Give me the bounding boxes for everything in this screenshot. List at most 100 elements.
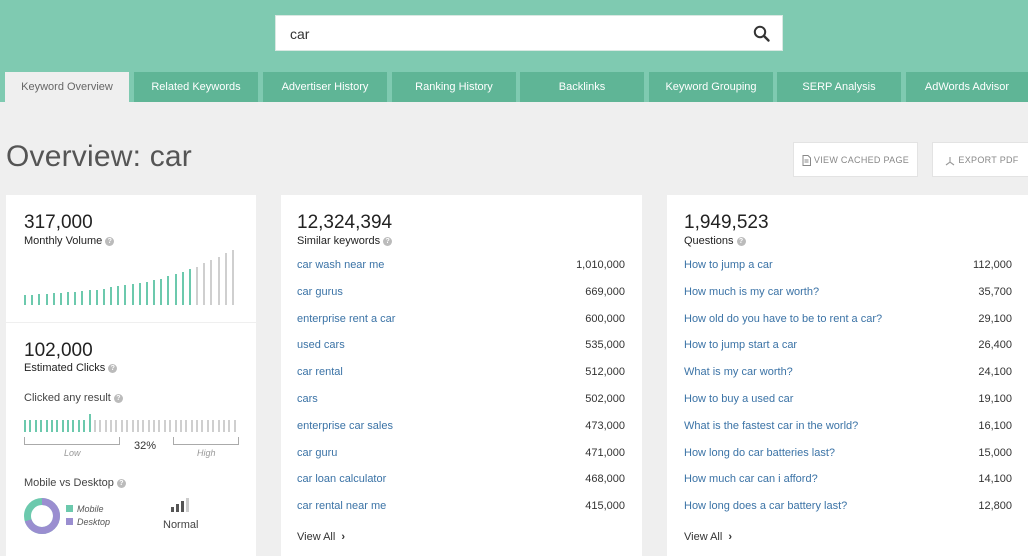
gauge-tick: [99, 420, 102, 432]
question-row-link[interactable]: How much car can i afford?: [684, 473, 818, 485]
signal-bars-icon: [171, 498, 189, 512]
similar-keywords-value: 12,324,394: [297, 212, 393, 233]
question-row: What is my car worth? 24,100: [684, 366, 1012, 384]
gauge-tick: [110, 420, 112, 432]
similar-keyword-row-link[interactable]: car gurus: [297, 286, 343, 298]
view-cached-label: VIEW CACHED PAGE: [813, 155, 910, 165]
help-icon[interactable]: ?: [736, 237, 746, 246]
gauge-tick: [196, 420, 198, 432]
similar-keyword-row-link[interactable]: enterprise car sales: [297, 420, 393, 432]
question-row: How to jump a car 112,000: [684, 259, 1012, 277]
question-row: How much is my car worth? 35,700: [684, 286, 1012, 304]
similar-keyword-row-volume: 471,000: [585, 446, 625, 459]
similar-keyword-row: car guru 471,000: [297, 447, 625, 465]
volume-trend-bar: [153, 280, 155, 305]
search-box: [275, 15, 783, 51]
similar-keyword-row-link[interactable]: used cars: [297, 339, 345, 351]
help-icon[interactable]: ?: [108, 364, 118, 373]
volume-trend-bar: [138, 283, 141, 305]
similar-keyword-row-volume: 1,010,000: [576, 259, 625, 271]
similar-keyword-row: car wash near me 1,010,000: [297, 259, 625, 277]
similar-keyword-row-link[interactable]: car rental near me: [297, 500, 386, 512]
gauge-tick: [83, 420, 86, 432]
legend-mobile: Mobile: [66, 504, 104, 514]
question-row-link[interactable]: How long does a car battery last?: [684, 500, 847, 512]
volume-trend-bar: [88, 290, 91, 305]
similar-keyword-row-volume: 535,000: [585, 339, 625, 352]
volume-trend-bar: [110, 287, 112, 305]
gauge-tick: [24, 420, 26, 432]
gauge-tick: [142, 420, 145, 432]
tab-backlinks[interactable]: Backlinks: [520, 72, 644, 102]
similar-keyword-row-link[interactable]: car guru: [297, 447, 337, 459]
gauge-tick: [206, 420, 209, 432]
similar-keyword-row-volume: 468,000: [585, 473, 625, 486]
help-icon[interactable]: ?: [383, 237, 393, 246]
question-row-link[interactable]: How to jump a car: [684, 259, 773, 271]
questions-view-all-link[interactable]: View All ›: [684, 531, 732, 543]
similar-keywords-card: 12,324,394 Similar keywords? car wash ne…: [281, 195, 642, 556]
question-row-link[interactable]: What is my car worth?: [684, 366, 793, 378]
similar-keyword-row-link[interactable]: car loan calculator: [297, 473, 386, 485]
similar-keyword-row: car gurus 669,000: [297, 286, 625, 304]
question-row-volume: 16,100: [978, 419, 1012, 432]
question-row-link[interactable]: How much is my car worth?: [684, 286, 819, 298]
volume-trend-bar: [124, 285, 127, 305]
question-row-volume: 14,100: [978, 473, 1012, 486]
volume-trend-bar: [217, 256, 220, 305]
help-icon[interactable]: ?: [116, 479, 126, 488]
gauge-tick: [147, 420, 150, 432]
volume-trend-bar: [174, 274, 177, 305]
export-pdf-label: EXPORT PDF: [958, 155, 1019, 165]
volume-trend-bar: [59, 292, 62, 305]
gauge-tick: [61, 420, 64, 432]
question-row-link[interactable]: How to jump start a car: [684, 339, 797, 351]
similar-view-all-link[interactable]: View All ›: [297, 531, 345, 543]
volume-trend-bar: [24, 295, 26, 305]
similar-keyword-row-link[interactable]: car rental: [297, 366, 343, 378]
search-icon[interactable]: [752, 24, 772, 44]
tab-serp-analysis[interactable]: SERP Analysis: [777, 72, 901, 102]
similar-keyword-row-volume: 600,000: [585, 312, 625, 325]
help-icon[interactable]: ?: [105, 237, 115, 246]
similar-keyword-row: car loan calculator 468,000: [297, 473, 625, 491]
view-cached-page-button[interactable]: VIEW CACHED PAGE: [793, 142, 918, 177]
similar-keyword-row: enterprise car sales 473,000: [297, 420, 625, 438]
export-pdf-button[interactable]: EXPORT PDF: [932, 142, 1028, 177]
help-icon[interactable]: ?: [113, 394, 123, 403]
tab-ranking-history[interactable]: Ranking History: [392, 72, 516, 102]
question-row-link[interactable]: How to buy a used car: [684, 393, 793, 405]
tab-adwords-advisor[interactable]: AdWords Advisor: [906, 72, 1028, 102]
search-input[interactable]: [290, 24, 730, 44]
similar-keyword-row-link[interactable]: cars: [297, 393, 318, 405]
gauge-tick: [67, 420, 69, 432]
document-icon: [802, 155, 811, 167]
tab-advertiser-history[interactable]: Advertiser History: [263, 72, 387, 102]
question-row-link[interactable]: What is the fastest car in the world?: [684, 420, 858, 432]
similar-keyword-row-link[interactable]: enterprise rent a car: [297, 313, 395, 325]
gauge-tick: [217, 420, 220, 432]
gauge-tick: [212, 420, 215, 432]
question-row-link[interactable]: How long do car batteries last?: [684, 447, 835, 459]
tab-related-keywords[interactable]: Related Keywords: [134, 72, 258, 102]
tab-keyword-grouping[interactable]: Keyword Grouping: [649, 72, 773, 102]
pdf-icon: [946, 156, 955, 166]
question-row-volume: 19,100: [978, 393, 1012, 405]
tab-keyword-overview[interactable]: Keyword Overview: [5, 72, 129, 102]
similar-keyword-row-link[interactable]: car wash near me: [297, 259, 384, 271]
volume-trend-bar: [196, 266, 198, 305]
monthly-volume-value: 317,000: [24, 212, 93, 233]
similar-keyword-row-volume: 415,000: [585, 500, 625, 513]
gauge-tick: [126, 420, 129, 432]
mobile-status: Normal: [163, 519, 199, 531]
volume-trend-bar: [224, 253, 227, 305]
gauge-tick: [120, 420, 123, 432]
similar-keyword-row: car rental near me 415,000: [297, 500, 625, 518]
question-row-link[interactable]: How old do you have to be to rent a car?: [684, 313, 882, 325]
gauge-tick: [174, 420, 177, 432]
gauge-tick: [56, 420, 59, 432]
question-row: How to buy a used car 19,100: [684, 393, 1012, 411]
mobile-vs-desktop-label: Mobile vs Desktop?: [24, 477, 126, 489]
volume-trend-bar: [203, 263, 206, 305]
high-label: High: [197, 448, 216, 458]
